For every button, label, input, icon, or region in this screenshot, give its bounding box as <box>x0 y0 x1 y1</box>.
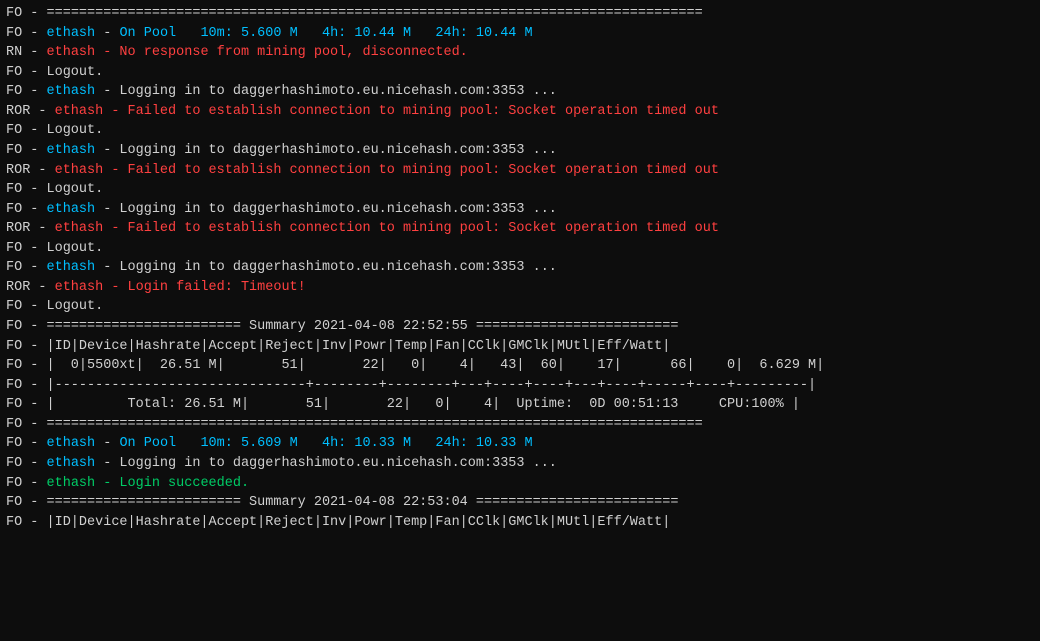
terminal-line: FO - |-------------------------------+--… <box>6 376 1034 396</box>
terminal-line: FO - ethash - On Pool 10m: 5.609 M 4h: 1… <box>6 434 1034 454</box>
terminal-line: FO - ===================================… <box>6 415 1034 435</box>
terminal-line: FO - ======================== Summary 20… <box>6 493 1034 513</box>
terminal-line: FO - Logout. <box>6 239 1034 259</box>
terminal-line: FO - ethash - Logging in to daggerhashim… <box>6 454 1034 474</box>
terminal-line: FO - | 0|5500xt| 26.51 M| 51| 22| 0| 4| … <box>6 356 1034 376</box>
terminal-line: FO - ethash - Logging in to daggerhashim… <box>6 200 1034 220</box>
terminal-line: ROR - ethash - Failed to establish conne… <box>6 219 1034 239</box>
terminal-line: ROR - ethash - Login failed: Timeout! <box>6 278 1034 298</box>
terminal-line: FO - Logout. <box>6 297 1034 317</box>
terminal-line: FO - Logout. <box>6 180 1034 200</box>
terminal-line: FO - ethash - Logging in to daggerhashim… <box>6 82 1034 102</box>
terminal-line: FO - Logout. <box>6 121 1034 141</box>
terminal-line: FO - ethash - Login succeeded. <box>6 474 1034 494</box>
terminal-line: FO - ===================================… <box>6 4 1034 24</box>
terminal-line: ROR - ethash - Failed to establish conne… <box>6 102 1034 122</box>
terminal-line: FO - ethash - Logging in to daggerhashim… <box>6 141 1034 161</box>
terminal-line: FO - |ID|Device|Hashrate|Accept|Reject|I… <box>6 337 1034 357</box>
terminal-line: FO - ethash - Logging in to daggerhashim… <box>6 258 1034 278</box>
terminal-line: FO - Logout. <box>6 63 1034 83</box>
terminal-line: ROR - ethash - Failed to establish conne… <box>6 161 1034 181</box>
terminal-line: FO - | Total: 26.51 M| 51| 22| 0| 4| Upt… <box>6 395 1034 415</box>
terminal-line: FO - ethash - On Pool 10m: 5.600 M 4h: 1… <box>6 24 1034 44</box>
terminal-line: FO - |ID|Device|Hashrate|Accept|Reject|I… <box>6 513 1034 533</box>
terminal-window: FO - ===================================… <box>0 0 1040 641</box>
terminal-line: FO - ======================== Summary 20… <box>6 317 1034 337</box>
terminal-line: RN - ethash - No response from mining po… <box>6 43 1034 63</box>
